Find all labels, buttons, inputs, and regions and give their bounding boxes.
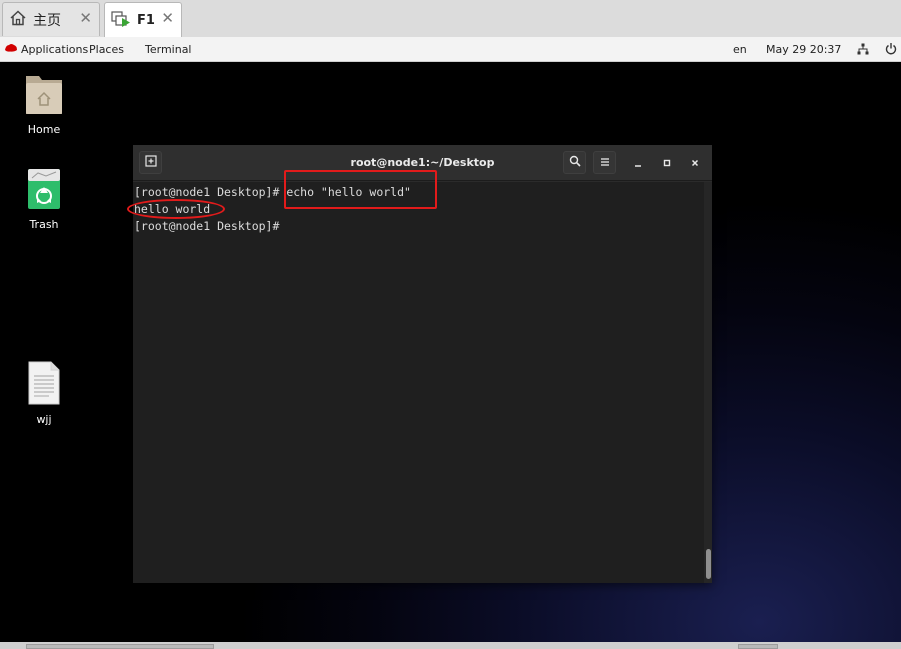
terminal-title: root@node1:~/Desktop: [350, 156, 495, 169]
workspace-switcher[interactable]: [738, 644, 778, 649]
close-icon[interactable]: ✕: [161, 11, 174, 26]
menu-button[interactable]: [593, 151, 616, 174]
tab-home[interactable]: 主页 ✕: [2, 2, 100, 36]
tab-home-label: 主页: [33, 12, 61, 29]
terminal-output[interactable]: [root@node1 Desktop]# echo "hello world"…: [133, 182, 704, 583]
tab-f1-label: F1: [137, 12, 155, 28]
minimize-icon: [634, 157, 642, 170]
clock[interactable]: May 29 20:37: [766, 43, 841, 56]
power-icon[interactable]: [885, 42, 897, 58]
desktop-icon-trash-label: Trash: [29, 218, 59, 231]
trash-icon: [26, 169, 62, 214]
network-icon[interactable]: [857, 43, 869, 58]
applications-menu[interactable]: Applications: [21, 43, 88, 56]
terminal-line: [root@node1 Desktop]#: [134, 219, 280, 233]
close-icon[interactable]: ✕: [79, 11, 92, 26]
desktop-icon-home[interactable]: Home: [9, 72, 79, 136]
text-file-icon: [27, 361, 61, 409]
search-button[interactable]: [563, 151, 586, 174]
desktop-icon-home-label: Home: [27, 123, 61, 136]
terminal-app-menu[interactable]: Terminal: [145, 43, 192, 56]
maximize-button[interactable]: [658, 154, 676, 172]
annotation-highlight-box: [284, 170, 437, 209]
minimize-button[interactable]: [629, 154, 647, 172]
bottom-panel: [0, 642, 901, 649]
tab-strip: 主页 ✕ F1 ✕: [0, 0, 901, 37]
desktop-icon-trash[interactable]: Trash: [9, 167, 79, 231]
language-indicator[interactable]: en: [733, 43, 747, 56]
home-icon: [9, 9, 27, 30]
folder-home-icon: [24, 76, 64, 119]
maximize-icon: [663, 157, 671, 170]
terminal-scrollbar[interactable]: [704, 182, 712, 583]
window-list-item[interactable]: [26, 644, 214, 649]
search-icon: [569, 155, 581, 170]
gnome-top-bar: Applications Places Terminal en May 29 2…: [0, 37, 901, 62]
annotation-highlight-ellipse: [127, 199, 225, 219]
close-icon: [691, 157, 699, 170]
tab-f1[interactable]: F1 ✕: [104, 2, 182, 37]
vm-icon: [111, 10, 131, 31]
places-menu[interactable]: Places: [89, 43, 124, 56]
close-button[interactable]: [686, 154, 704, 172]
hamburger-menu-icon: [600, 156, 610, 170]
scrollbar-thumb[interactable]: [706, 549, 711, 579]
desktop-icon-wjj-label: wjj: [36, 413, 52, 426]
redhat-logo-icon: [4, 42, 18, 57]
desktop-icon-wjj[interactable]: wjj: [9, 360, 79, 426]
